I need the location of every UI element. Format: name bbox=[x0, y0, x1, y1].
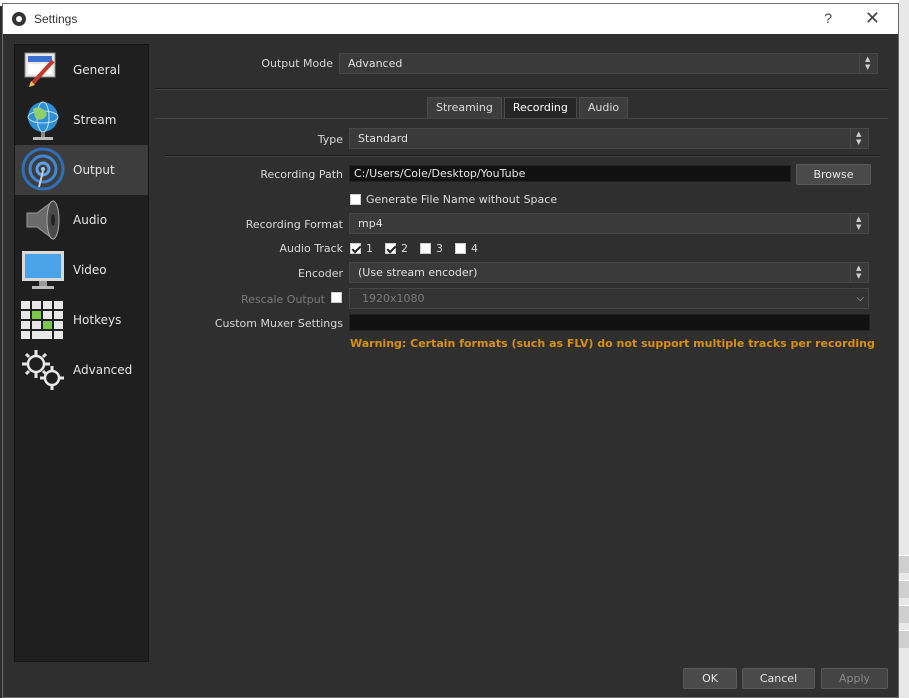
encoder-value: (Use stream encoder) bbox=[358, 266, 478, 279]
recording-path-input[interactable]: C:/Users/Cole/Desktop/YouTube bbox=[349, 165, 791, 182]
settings-sidebar: General Stream Output Audio Video Hotkey… bbox=[14, 44, 149, 662]
settings-dialog: Settings ? ✕ General Stream Output Audio… bbox=[2, 3, 899, 698]
sidebar-item-label: Advanced bbox=[73, 363, 133, 377]
sidebar-item-stream[interactable]: Stream bbox=[15, 95, 148, 145]
close-button[interactable]: ✕ bbox=[865, 8, 880, 29]
sidebar-item-output[interactable]: Output bbox=[15, 145, 148, 195]
checkbox-box bbox=[420, 243, 431, 254]
checkbox-box bbox=[331, 292, 342, 303]
checkbox-box bbox=[350, 243, 361, 254]
type-select[interactable]: Standard ▲ ▼ bbox=[349, 128, 869, 149]
sidebar-item-hotkeys[interactable]: Hotkeys bbox=[15, 295, 148, 345]
cancel-button[interactable]: Cancel bbox=[742, 668, 815, 689]
output-mode-select[interactable]: Advanced ▲ ▼ bbox=[339, 53, 878, 74]
output-mode-value: Advanced bbox=[348, 57, 403, 70]
rescale-resolution-value: 1920x1080 bbox=[362, 292, 425, 305]
general-icon bbox=[19, 47, 67, 93]
output-broadcast-icon bbox=[19, 147, 67, 193]
divider bbox=[155, 88, 888, 90]
encoder-select[interactable]: (Use stream encoder) ▲ ▼ bbox=[349, 262, 869, 283]
sidebar-item-audio[interactable]: Audio bbox=[15, 195, 148, 245]
audio-track-3-checkbox[interactable]: 3 bbox=[420, 242, 443, 255]
spin-arrows-icon: ▲ ▼ bbox=[850, 129, 868, 148]
title-bar: Settings ? ✕ bbox=[3, 4, 898, 34]
rescale-resolution-select[interactable]: 1920x1080 ⌵ bbox=[349, 288, 869, 309]
output-mode-label: Output Mode bbox=[261, 57, 333, 70]
spin-arrows-icon: ▲ ▼ bbox=[850, 214, 868, 233]
monitor-icon bbox=[19, 247, 67, 293]
checkbox-box bbox=[455, 243, 466, 254]
audio-track-2-checkbox[interactable]: 2 bbox=[385, 242, 408, 255]
recording-format-label: Recording Format bbox=[245, 218, 343, 231]
type-value: Standard bbox=[358, 132, 409, 145]
window-title: Settings bbox=[34, 12, 78, 26]
spin-arrows-icon: ▲ ▼ bbox=[850, 263, 868, 282]
tab-bar-divider bbox=[155, 118, 888, 119]
generate-filename-label: Generate File Name without Space bbox=[366, 193, 558, 206]
sidebar-item-label: General bbox=[73, 63, 121, 77]
custom-muxer-label: Custom Muxer Settings bbox=[214, 317, 343, 330]
recording-format-select[interactable]: mp4 ▲ ▼ bbox=[349, 213, 869, 234]
output-tabs: Streaming Recording Audio bbox=[427, 97, 630, 119]
gears-icon bbox=[19, 347, 67, 393]
checkbox-box bbox=[385, 243, 396, 254]
tab-audio[interactable]: Audio bbox=[578, 97, 629, 119]
audio-track-4-label: 4 bbox=[471, 242, 478, 255]
help-button[interactable]: ? bbox=[824, 10, 832, 26]
output-settings-panel: Output Mode Advanced ▲ ▼ Streaming Record… bbox=[155, 44, 890, 664]
audio-track-1-label: 1 bbox=[366, 242, 373, 255]
audio-track-3-label: 3 bbox=[436, 242, 443, 255]
recording-path-label: Recording Path bbox=[260, 168, 343, 181]
generate-filename-checkbox[interactable]: Generate File Name without Space bbox=[350, 193, 557, 206]
sidebar-item-advanced[interactable]: Advanced bbox=[15, 345, 148, 395]
apply-button[interactable]: Apply bbox=[821, 668, 888, 689]
audio-track-label: Audio Track bbox=[279, 242, 343, 255]
audio-track-2-label: 2 bbox=[401, 242, 408, 255]
speaker-icon bbox=[19, 197, 67, 243]
sidebar-item-label: Output bbox=[73, 163, 115, 177]
type-label: Type bbox=[317, 133, 343, 146]
ok-button[interactable]: OK bbox=[683, 668, 737, 689]
sidebar-item-label: Audio bbox=[73, 213, 108, 227]
sidebar-item-label: Video bbox=[73, 263, 107, 277]
audio-track-4-checkbox[interactable]: 4 bbox=[455, 242, 478, 255]
sidebar-item-video[interactable]: Video bbox=[15, 245, 148, 295]
checkbox-box bbox=[350, 194, 361, 205]
sidebar-item-general[interactable]: General bbox=[15, 45, 148, 95]
sidebar-item-label: Hotkeys bbox=[73, 313, 122, 327]
encoder-label: Encoder bbox=[298, 267, 343, 280]
tab-streaming[interactable]: Streaming bbox=[427, 97, 502, 119]
stream-globe-icon bbox=[19, 97, 67, 143]
sidebar-item-label: Stream bbox=[73, 113, 117, 127]
chevron-down-icon: ⌵ bbox=[856, 293, 864, 304]
background-obs-panel bbox=[899, 0, 909, 698]
obs-logo-icon bbox=[12, 12, 26, 26]
rescale-output-checkbox[interactable] bbox=[331, 292, 347, 303]
tab-recording[interactable]: Recording bbox=[503, 97, 577, 119]
warning-text: Warning: Certain formats (such as FLV) d… bbox=[350, 337, 875, 350]
spin-arrows-icon: ▲ ▼ bbox=[859, 54, 877, 73]
recording-format-value: mp4 bbox=[358, 217, 383, 230]
audio-track-1-checkbox[interactable]: 1 bbox=[350, 242, 373, 255]
divider bbox=[165, 155, 880, 157]
browse-button[interactable]: Browse bbox=[796, 164, 871, 185]
custom-muxer-input[interactable] bbox=[349, 314, 870, 331]
keyboard-icon bbox=[19, 297, 67, 343]
rescale-output-label: Rescale Output bbox=[241, 293, 325, 306]
